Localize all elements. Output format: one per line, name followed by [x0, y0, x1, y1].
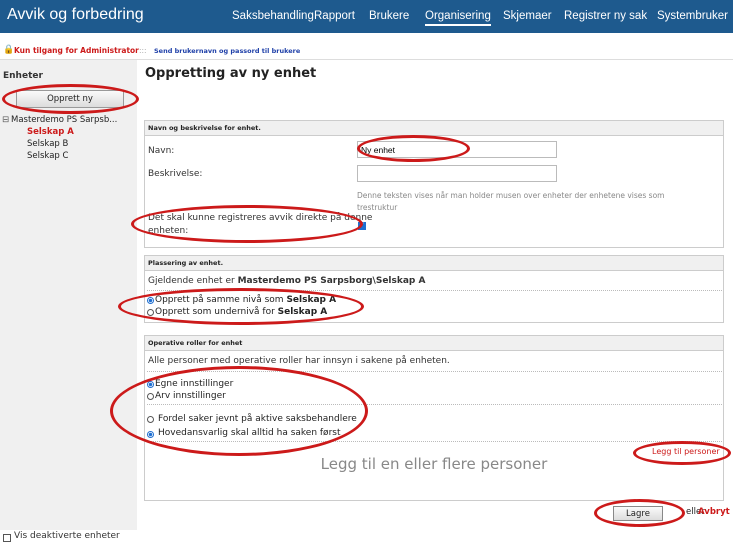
register-directly-checkbox[interactable] — [358, 221, 366, 230]
own-settings-radio[interactable] — [147, 381, 154, 388]
same-level-target: Selskap A — [286, 295, 337, 305]
app-title[interactable]: Avvik og forbedring — [7, 6, 144, 24]
current-unit-path: Masterdemo PS Sarpsborg\Selskap A — [237, 276, 426, 286]
separator: ::: — [139, 46, 147, 55]
admin-info-bar: 🔒 Kun tilgang for Administrator ::: Send… — [0, 43, 733, 60]
same-level-radio[interactable] — [147, 297, 154, 304]
inherit-settings-radio[interactable] — [147, 393, 154, 400]
same-level-label: Opprett på samme nivå som Selskap A — [155, 295, 336, 305]
description-label: Beskrivelse: — [148, 169, 203, 179]
lock-icon: 🔒 — [3, 45, 15, 55]
sub-level-text: Opprett som undernivå for — [155, 307, 278, 317]
admin-access-text: Kun tilgang for Administrator — [14, 46, 139, 55]
section-head-roles: Operative roller for enhet — [144, 335, 724, 351]
description-input[interactable] — [357, 165, 557, 182]
save-button[interactable]: Lagre — [613, 506, 663, 521]
send-credentials-link[interactable]: Send brukernavn og passord til brukere — [154, 47, 300, 55]
roles-info-text: Alle personer med operative roller har i… — [148, 356, 450, 366]
tree-root[interactable]: Masterdemo PS Sarpsb... — [11, 115, 117, 125]
distribute-cases-label: Fordel saker jevnt på aktive saksbehandl… — [158, 414, 357, 424]
units-title: Enheter — [3, 71, 43, 81]
page-title: Oppretting av ny enhet — [145, 66, 317, 81]
tree-item-selskap-a[interactable]: Selskap A — [27, 127, 74, 137]
add-persons-placeholder: Legg til en eller flere personer — [320, 455, 548, 473]
nav-brukere[interactable]: Brukere — [369, 10, 409, 22]
register-label-line2: enheten: — [148, 226, 189, 236]
tree-item-selskap-c[interactable]: Selskap C — [27, 151, 68, 161]
tree-item-selskap-b[interactable]: Selskap B — [27, 139, 68, 149]
nav-skjemaer[interactable]: Skjemaer — [503, 10, 552, 22]
create-new-button[interactable]: Opprett ny — [16, 90, 124, 108]
inherit-settings-label: Arv innstillinger — [155, 391, 226, 401]
section-head-placement: Plassering av enhet. — [144, 255, 724, 271]
current-unit-text: Gjeldende enhet er Masterdemo PS Sarpsbo… — [148, 276, 425, 286]
own-settings-label: Egne innstillinger — [155, 379, 234, 389]
nav-registrer-ny-sak[interactable]: Registrer ny sak — [564, 10, 647, 22]
register-label-line1: Det skal kunne registreres avvik direkte… — [148, 213, 373, 223]
section-head-name: Navn og beskrivelse for enhet. — [144, 120, 724, 136]
divider — [147, 441, 722, 442]
show-inactive-label: Vis deaktiverte enheter — [14, 531, 120, 541]
description-hint-line1: Denne teksten vises når man holder musen… — [357, 191, 665, 200]
divider — [147, 371, 722, 372]
name-label: Navn: — [148, 146, 175, 156]
main-responsible-label: Hovedansvarlig skal alltid ha saken førs… — [158, 428, 341, 438]
current-unit-prefix: Gjeldende enhet er — [148, 276, 238, 286]
sub-level-target: Selskap A — [277, 307, 328, 317]
divider — [147, 290, 722, 291]
nav-systembruker[interactable]: Systembruker — [657, 10, 728, 22]
name-input[interactable] — [357, 141, 557, 158]
name-description-section — [144, 120, 724, 248]
nav-organisering[interactable]: Organisering — [425, 10, 491, 26]
divider — [147, 404, 722, 405]
sub-level-label: Opprett som undernivå for Selskap A — [155, 307, 327, 317]
nav-saksbehandling[interactable]: Saksbehandling — [232, 10, 314, 22]
cancel-link[interactable]: Avbryt — [698, 507, 730, 517]
sub-level-radio[interactable] — [147, 309, 154, 316]
same-level-text: Opprett på samme nivå som — [155, 295, 287, 305]
show-inactive-checkbox[interactable] — [3, 534, 11, 542]
collapse-icon[interactable]: ⊟ — [2, 115, 9, 125]
nav-rapport[interactable]: Rapport — [314, 10, 355, 22]
distribute-cases-radio[interactable] — [147, 416, 154, 423]
main-responsible-radio[interactable] — [147, 431, 154, 438]
